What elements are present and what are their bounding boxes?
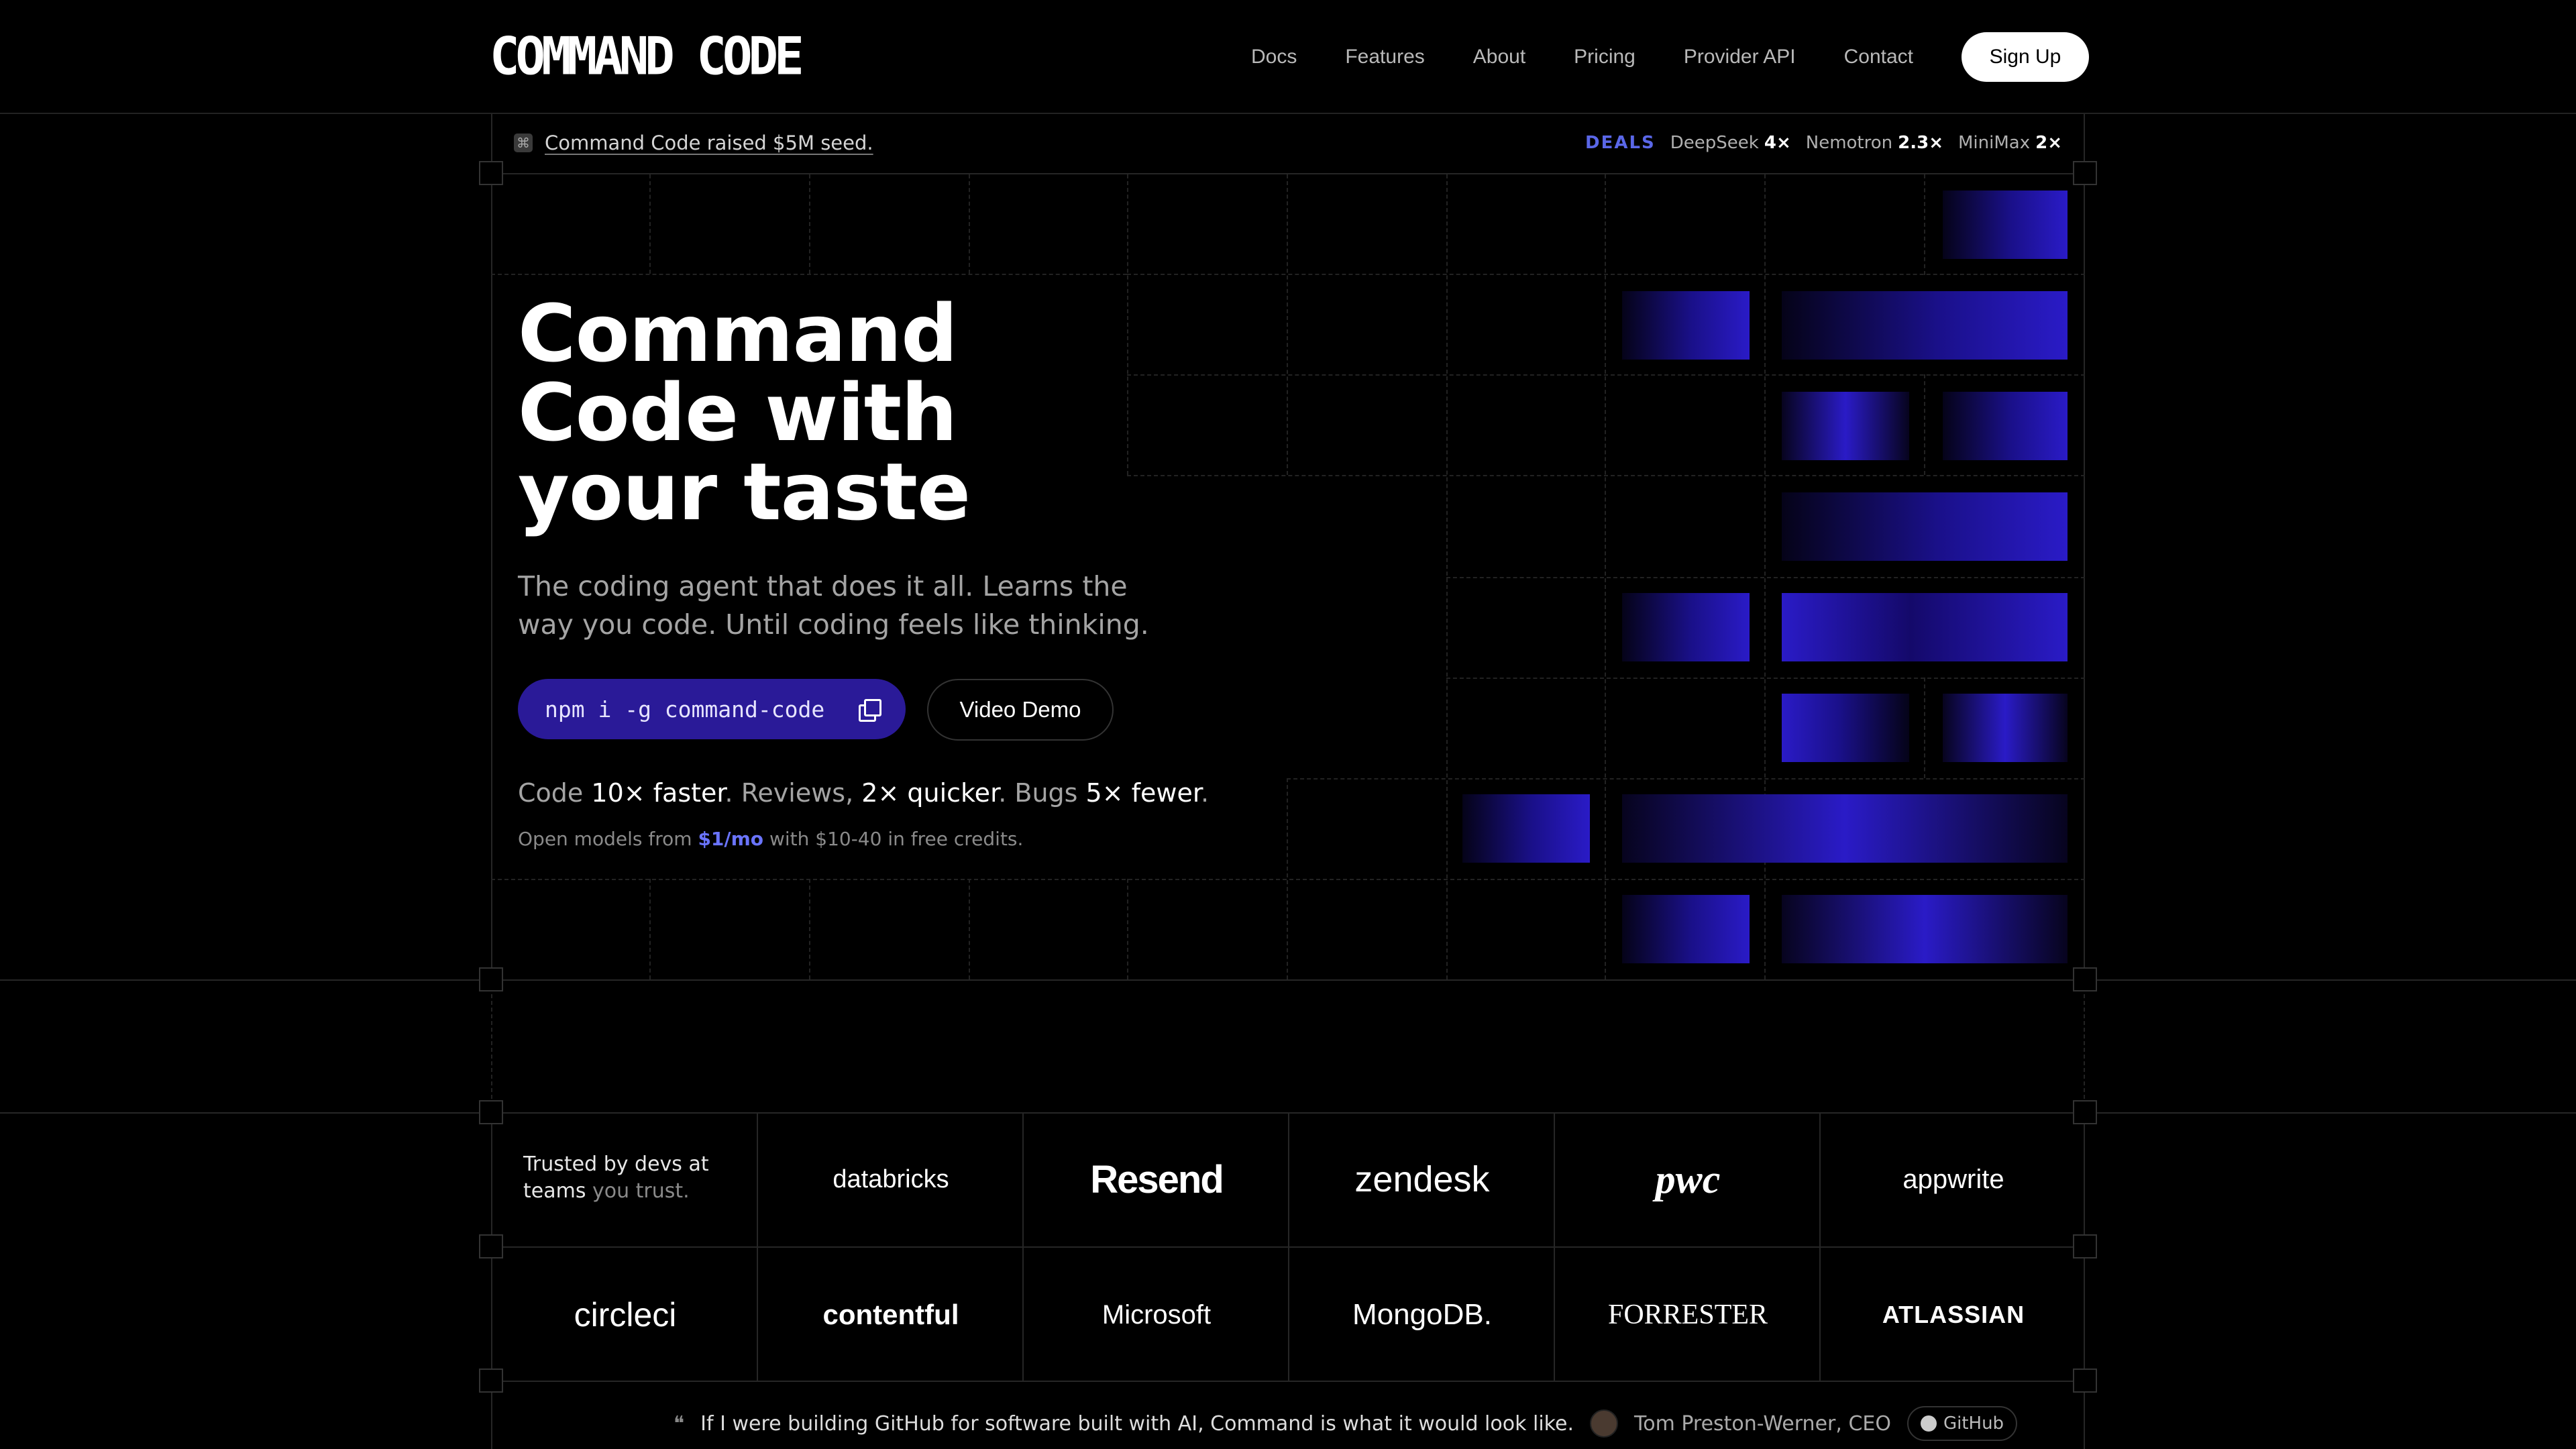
announcement-bar[interactable]: ⌘ Command Code raised $5M seed. [514, 131, 873, 154]
grid-bar [1622, 794, 2068, 863]
grid-line [1924, 678, 1925, 778]
grid-line [1127, 174, 1128, 475]
trusted-label: Trusted by devs at teams you trust. [523, 1152, 709, 1203]
nav-about[interactable]: About [1473, 46, 1525, 68]
price-link[interactable]: $1/mo [698, 828, 763, 850]
github-badge[interactable]: GitHub [1907, 1406, 2018, 1441]
grid-line [1127, 475, 2085, 476]
grid-bar [1782, 392, 1909, 460]
install-command-button[interactable]: npm i -g command-code [518, 679, 906, 739]
video-demo-button[interactable]: Video Demo [927, 679, 1114, 741]
corner-marker [2073, 161, 2097, 185]
testimonial: ❝ If I were building GitHub for software… [674, 1406, 2018, 1441]
quote-author: Tom Preston-Werner, CEO [1633, 1411, 1891, 1436]
grid-bar [1782, 694, 1909, 762]
hero-stats: Code 10× faster. Reviews, 2× quicker. Bu… [518, 778, 1210, 808]
header: COMMAND CODE Docs Features About Pricing… [0, 0, 2576, 114]
quote-icon: ❝ [674, 1411, 685, 1436]
grid-line [1446, 174, 1448, 979]
logo-circleci: circleci [574, 1296, 677, 1334]
grid-line [1924, 374, 1925, 475]
grid-line [1287, 778, 1288, 979]
hero-title: Command Code with your taste [518, 287, 971, 538]
grid-bar [1622, 291, 1750, 360]
grid-bar [1622, 593, 1750, 661]
nav-contact[interactable]: Contact [1844, 46, 1913, 68]
grid-bar [1622, 895, 1750, 963]
grid-bar [1943, 191, 2068, 259]
frame-left [491, 114, 492, 981]
grid-line [1446, 577, 2085, 578]
corner-marker [479, 1100, 503, 1124]
grid-line [969, 879, 970, 979]
corner-marker [479, 161, 503, 185]
grid-line [1127, 274, 2085, 275]
deals-strip: DEALS DeepSeek 4× Nemotron 2.3× MiniMax 2× [1585, 133, 2062, 153]
grid-line [1287, 778, 2085, 780]
sign-up-button[interactable]: Sign Up [1962, 32, 2089, 82]
grid-bar [1782, 291, 2068, 360]
grid-line [491, 879, 2085, 880]
copy-icon[interactable] [859, 699, 881, 722]
grid-line [809, 879, 810, 979]
nav-docs[interactable]: Docs [1251, 46, 1297, 68]
nav-pricing[interactable]: Pricing [1574, 46, 1635, 68]
deal-item[interactable]: DeepSeek 4× [1670, 133, 1791, 153]
main-nav: Docs Features About Pricing Provider API… [1251, 32, 2089, 82]
corner-marker [2073, 967, 2097, 991]
deal-item[interactable]: Nemotron 2.3× [1806, 133, 1943, 153]
grid-line [809, 174, 810, 274]
logo-zendesk: zendesk [1354, 1159, 1490, 1199]
dash-right [2084, 981, 2085, 1112]
install-command-text: npm i -g command-code [545, 696, 825, 722]
grid-line [1287, 174, 1288, 475]
grid-line [491, 274, 1127, 275]
github-icon [1920, 1415, 1937, 1432]
grid-bar [1782, 895, 2068, 963]
command-code-logo[interactable]: COMMAND CODE [490, 30, 804, 83]
grid-line [1924, 174, 1925, 275]
logo-appwrite: appwrite [1902, 1164, 2004, 1194]
corner-marker [479, 967, 503, 991]
logo-forrester: FORRESTER [1607, 1299, 1768, 1330]
logo-microsoft: Microsoft [1102, 1299, 1212, 1330]
announcement-link[interactable]: Command Code raised $5M seed. [545, 131, 873, 154]
hero-subtitle: The coding agent that does it all. Learn… [518, 570, 1149, 641]
nav-features[interactable]: Features [1345, 46, 1424, 68]
announce-divider [491, 173, 2085, 174]
grid-line [969, 174, 970, 274]
grid-bar [1462, 794, 1590, 863]
logo-resend: Resend [1090, 1157, 1224, 1201]
grid-bar [1782, 593, 2068, 661]
logo-atlassian: ATLASSIAN [1882, 1301, 2025, 1328]
grid-line [1127, 879, 1128, 979]
deals-label: DEALS [1585, 133, 1656, 153]
nav-provider-api[interactable]: Provider API [1684, 46, 1796, 68]
grid-bar [1943, 392, 2068, 460]
credits-note: Open models from $1/mo with $10-40 in fr… [518, 828, 1024, 850]
logo-mongodb: MongoDB. [1352, 1298, 1492, 1331]
avatar [1589, 1409, 1618, 1438]
logo-contentful: contentful [822, 1299, 959, 1330]
badge-icon: ⌘ [514, 133, 533, 152]
grid-line [649, 879, 651, 979]
dash-left [491, 981, 492, 1112]
grid-line [1446, 678, 2085, 679]
grid-line [649, 174, 651, 274]
grid-bar [1943, 694, 2068, 762]
quote-text: If I were building GitHub for software b… [700, 1411, 1574, 1436]
grid-bar [1782, 492, 2068, 561]
logo-databricks: databricks [833, 1165, 949, 1193]
grid-line [1127, 374, 2085, 376]
frame-right [2084, 114, 2085, 981]
deal-item[interactable]: MiniMax 2× [1958, 133, 2062, 153]
logo-pwc: pwc [1655, 1157, 1721, 1201]
hero-bottom-divider [0, 979, 2576, 981]
grid-line [1605, 174, 1606, 979]
